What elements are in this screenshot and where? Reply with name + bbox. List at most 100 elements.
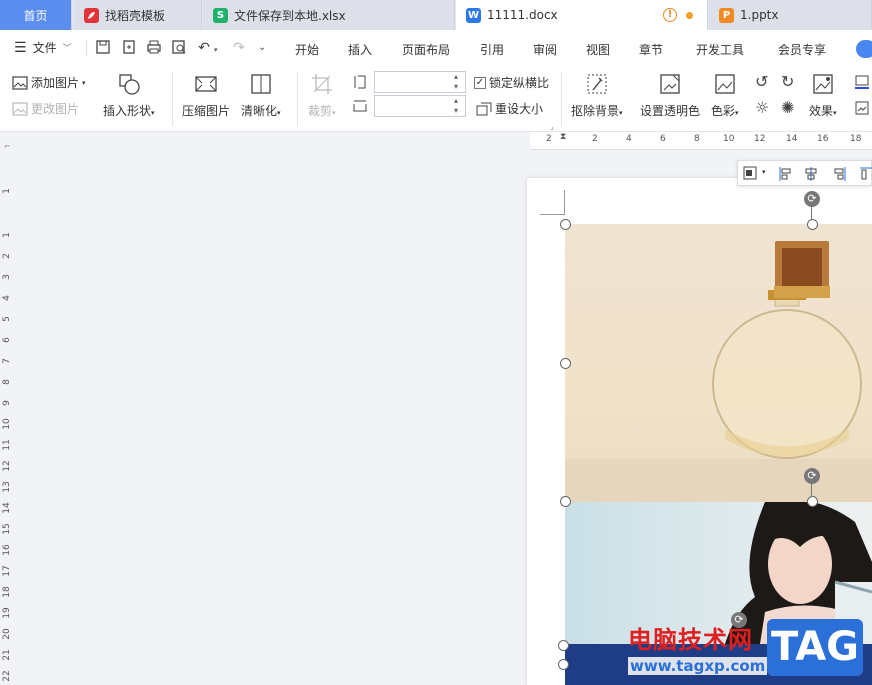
rotate-handle-stem — [811, 207, 812, 220]
lock-ratio-checkbox[interactable]: ✓ 锁定纵横比 — [474, 74, 549, 91]
resize-handle-left[interactable] — [558, 659, 569, 670]
ruler-number: 6 — [2, 337, 12, 343]
align-center-icon[interactable] — [804, 166, 818, 185]
print-icon[interactable] — [145, 39, 163, 57]
tab-label: 文件保存到本地.xlsx — [234, 8, 346, 23]
indent-marker-icon[interactable]: ⧗ — [560, 132, 566, 142]
tab-developer[interactable]: 开发工具 — [696, 41, 744, 58]
tab-docer-templates[interactable]: 找稻壳模板 — [74, 0, 202, 30]
align-top-icon[interactable] — [859, 166, 872, 185]
tab-insert[interactable]: 插入 — [348, 41, 372, 58]
tab-review[interactable]: 审阅 — [533, 41, 557, 58]
rotate-handle-stem — [811, 484, 812, 497]
tab-start[interactable]: 开始 — [295, 41, 319, 58]
picture-border-icon[interactable] — [854, 74, 870, 93]
height-input[interactable] — [374, 71, 466, 93]
change-picture-button[interactable]: 更改图片 — [12, 100, 79, 117]
rotate-left-icon[interactable]: ↺ — [755, 72, 768, 91]
dropdown-arrow-icon: ▾ — [735, 109, 739, 117]
ruler-number: 2 — [546, 134, 552, 144]
ruler-number: 19 — [2, 607, 12, 619]
picture-layout-icon[interactable] — [854, 100, 870, 119]
print-preview-icon[interactable] — [170, 39, 188, 57]
resize-handle-left[interactable] — [560, 358, 571, 369]
tab-references[interactable]: 引用 — [480, 41, 504, 58]
toolbar-divider — [86, 40, 87, 56]
align-left-icon[interactable] — [778, 166, 792, 185]
file-menu-label: 文件 — [32, 41, 57, 55]
tab-member[interactable]: 会员专享 — [778, 41, 826, 58]
checkbox-checked-icon: ✓ — [474, 76, 486, 89]
dropdown-arrow-icon: ▾ — [151, 109, 155, 117]
rotate-handle-icon[interactable]: ⟳ — [804, 191, 820, 207]
dropdown-arrow-icon: ▾ — [833, 109, 837, 117]
wrap-text-icon[interactable] — [743, 166, 763, 183]
width-input[interactable] — [374, 95, 466, 117]
set-transparent-color-button[interactable]: 设置透明色 — [640, 72, 700, 119]
picture-tools-ribbon: 添加图片 ▾ 更改图片 插入形状▾ 压缩图片 清晰化▾ 裁剪▾ ▴▾ ▴▾ ✓ … — [0, 66, 872, 132]
resize-handle-top-left[interactable] — [560, 219, 571, 230]
effects-button[interactable]: 效果▾ — [809, 72, 837, 119]
tab-view[interactable]: 视图 — [586, 41, 610, 58]
reset-size-button[interactable]: 重设大小 — [476, 100, 543, 117]
tab-home-label: 首页 — [23, 8, 48, 23]
ruler-number: 10 — [2, 418, 12, 430]
redo-icon[interactable]: ↷ — [230, 39, 248, 57]
ruler-number: 2 — [592, 134, 598, 144]
horizontal-ruler[interactable]: ⧗ 2 2 4 6 8 10 12 14 16 18 — [530, 132, 872, 150]
ruler-number: 11 — [2, 439, 12, 451]
add-picture-button[interactable]: 添加图片 ▾ — [12, 74, 86, 91]
save-icon[interactable] — [94, 39, 112, 57]
align-right-icon[interactable] — [833, 166, 847, 185]
file-menu-button[interactable]: ☰ 文件 ﹀ — [14, 39, 72, 56]
warning-icon[interactable]: ! — [663, 8, 677, 22]
ruler-number: 7 — [2, 358, 12, 364]
ruler-number: 21 — [2, 649, 12, 661]
customize-toolbar-icon[interactable]: ⌄ — [258, 42, 266, 53]
resize-handle-top[interactable] — [807, 219, 818, 230]
tab-chapter[interactable]: 章节 — [639, 41, 663, 58]
dropdown-arrow-icon[interactable]: ▾ — [762, 168, 766, 176]
perfume-bottle-image[interactable] — [565, 224, 872, 502]
vertical-ruler[interactable]: 1 1 2 3 4 5 6 7 8 9 10 11 12 13 14 15 16… — [0, 150, 14, 685]
compress-picture-button[interactable]: 压缩图片 — [182, 72, 230, 119]
site-watermark: 电脑技术网 www.tagxp.com — [628, 620, 768, 675]
sharpen-button[interactable]: 清晰化▾ — [241, 72, 281, 119]
tab-docx-file[interactable]: W 11111.docx ! — [456, 0, 708, 30]
remove-background-label: 抠除背景 — [571, 104, 620, 118]
ruler-number: 9 — [2, 400, 12, 406]
brightness-decrease-icon[interactable]: ✺ — [781, 98, 794, 117]
remove-background-button[interactable]: 抠除背景▾ — [571, 72, 623, 119]
ribbon-expand-icon[interactable]: ⌟ — [550, 122, 554, 131]
tab-page-layout[interactable]: 页面布局 — [402, 41, 450, 58]
ruler-number: 16 — [817, 134, 829, 144]
ruler-number: 14 — [2, 502, 12, 514]
resize-handle-top-left[interactable] — [558, 640, 569, 651]
brightness-increase-icon[interactable]: ☼ — [755, 98, 769, 117]
color-button[interactable]: 色彩▾ — [711, 72, 739, 119]
rotate-right-icon[interactable]: ↻ — [781, 72, 794, 91]
insert-shape-button[interactable]: 插入形状▾ — [103, 72, 155, 119]
undo-dropdown-icon[interactable]: ▾ — [214, 46, 218, 54]
undo-icon[interactable]: ↶ — [195, 39, 213, 57]
crop-button[interactable]: 裁剪▾ — [308, 72, 336, 119]
hamburger-icon: ☰ — [14, 39, 27, 56]
ruler-number: 10 — [723, 134, 735, 144]
tab-xlsx-file[interactable]: S 文件保存到本地.xlsx — [203, 0, 455, 30]
width-icon — [352, 98, 368, 117]
rotate-handle-icon[interactable]: ⟳ — [804, 468, 820, 484]
transparent-color-icon — [660, 74, 680, 94]
remove-background-icon — [587, 74, 607, 94]
ruler-number: 12 — [754, 134, 766, 144]
tab-home[interactable]: 首页 — [0, 0, 72, 30]
ruler-number: 17 — [2, 565, 12, 577]
resize-handle-bottom[interactable] — [807, 496, 818, 507]
color-label: 色彩 — [711, 104, 736, 118]
wps-writer-window: 首页 找稻壳模板 S 文件保存到本地.xlsx W 11111.docx ! P… — [0, 0, 872, 685]
tab-pptx-file[interactable]: P 1.pptx — [709, 0, 872, 30]
dropdown-arrow-icon: ▾ — [332, 109, 336, 117]
export-pdf-icon[interactable] — [120, 39, 138, 57]
picture-tools-tab-indicator[interactable] — [856, 40, 872, 58]
resize-handle-bottom-left[interactable] — [560, 496, 571, 507]
tab-label: 1.pptx — [740, 8, 779, 22]
